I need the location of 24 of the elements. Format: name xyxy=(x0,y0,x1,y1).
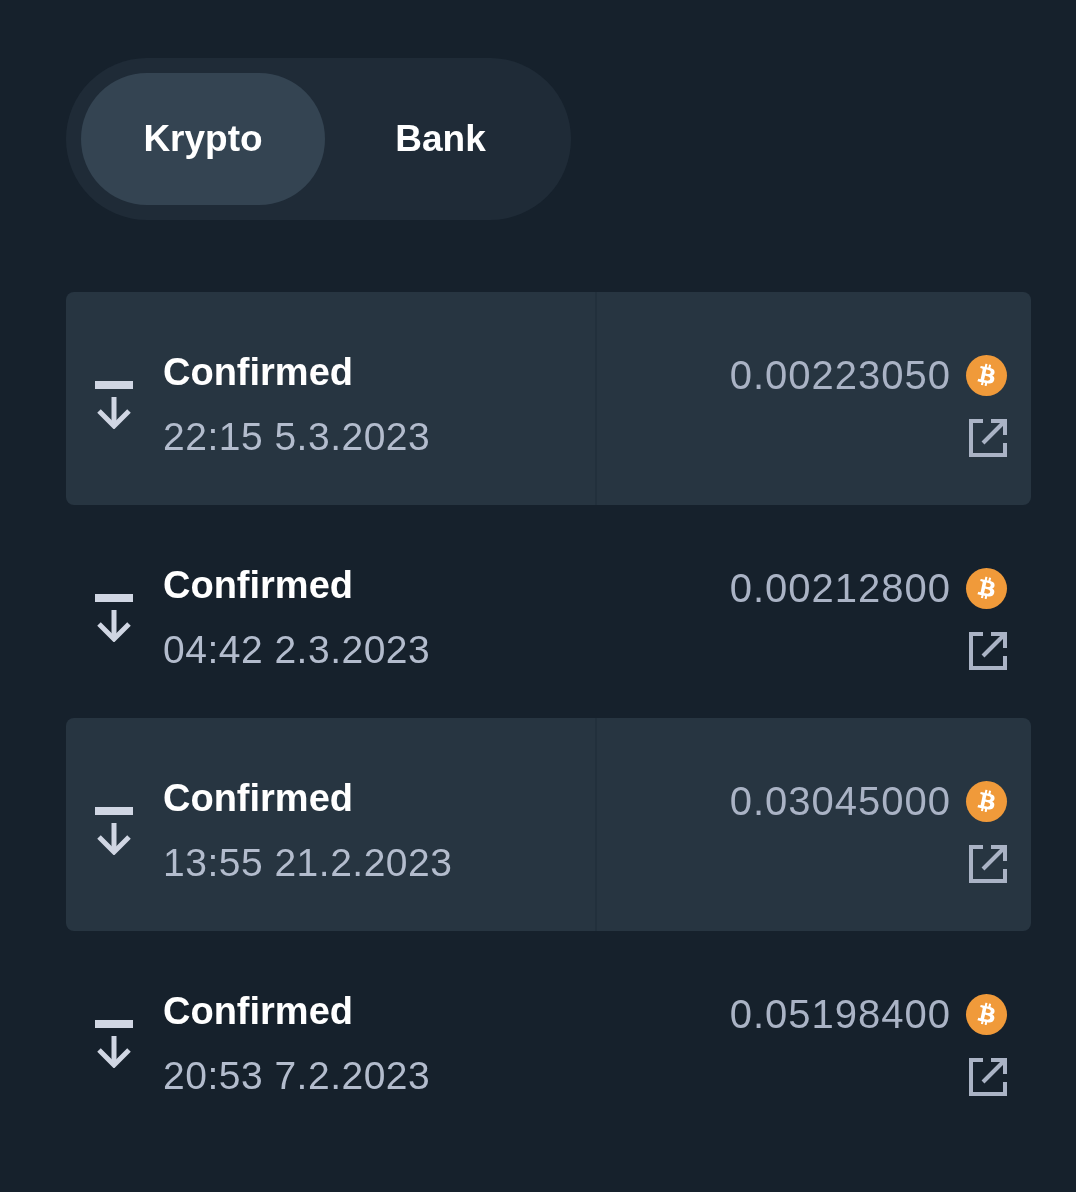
transaction-date: 22:15 5.3.2023 xyxy=(163,414,431,460)
external-link-icon[interactable] xyxy=(969,845,1007,883)
transaction-row[interactable]: Confirmed 22:15 5.3.2023 0.00223050 xyxy=(66,292,1031,505)
transaction-status: Confirmed xyxy=(163,563,354,608)
bitcoin-icon xyxy=(966,567,1007,609)
external-link-icon[interactable] xyxy=(969,1058,1007,1096)
transaction-date: 04:42 2.3.2023 xyxy=(163,627,431,673)
transaction-row[interactable]: Confirmed 13:55 21.2.2023 0.03045000 xyxy=(66,718,1031,931)
tab[interactable]: Bank xyxy=(325,73,556,205)
external-link-icon[interactable] xyxy=(969,632,1007,670)
bitcoin-icon xyxy=(966,993,1007,1035)
external-link-icon[interactable] xyxy=(969,419,1007,457)
transaction-status: Confirmed xyxy=(163,989,354,1034)
transaction-amount: 0.03045000 xyxy=(729,778,951,824)
bitcoin-icon xyxy=(966,354,1007,396)
transaction-status: Confirmed xyxy=(163,776,354,821)
transaction-date: 13:55 21.2.2023 xyxy=(163,840,453,886)
transaction-amount: 0.05198400 xyxy=(729,991,951,1037)
transaction-status: Confirmed xyxy=(163,350,354,395)
transaction-amount: 0.00223050 xyxy=(729,352,951,398)
bitcoin-icon xyxy=(966,780,1007,822)
tab[interactable]: Krypto xyxy=(81,73,325,205)
transaction-date: 20:53 7.2.2023 xyxy=(163,1053,431,1099)
transaction-amount: 0.00212800 xyxy=(729,565,951,611)
